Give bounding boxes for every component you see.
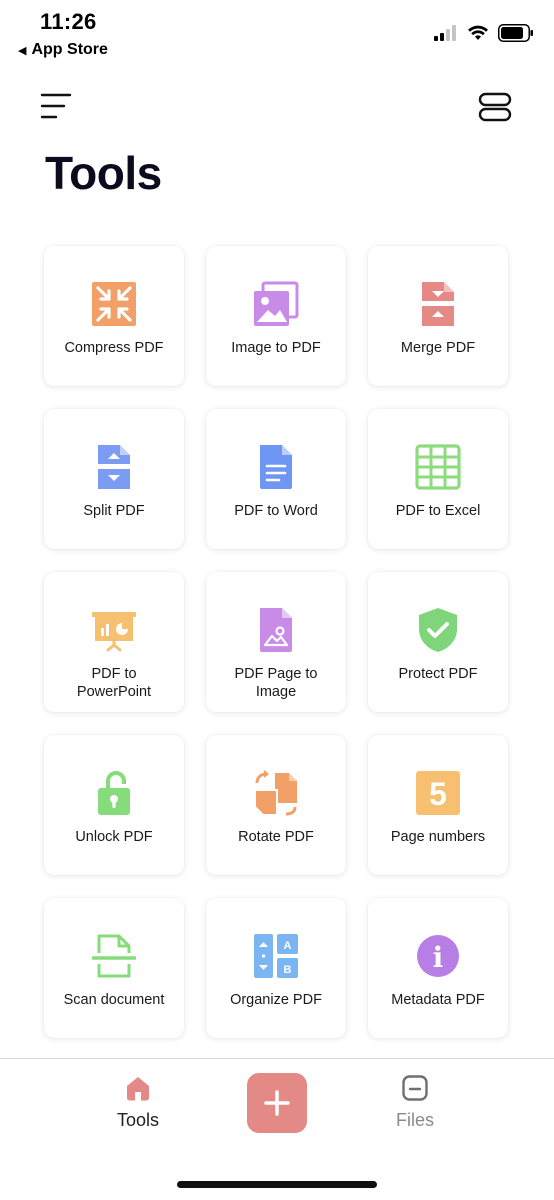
- rotate-icon: [252, 769, 300, 817]
- tool-page-numbers[interactable]: 5 Page numbers: [368, 735, 508, 875]
- folder-icon: [402, 1075, 428, 1101]
- tool-label: Compress PDF: [64, 340, 164, 356]
- shield-check-icon: [414, 606, 462, 654]
- back-to-app-store-link[interactable]: ◀ App Store: [18, 41, 108, 59]
- view-toggle-button[interactable]: [478, 92, 512, 122]
- status-bar: 11:26 ◀ App Store: [0, 0, 554, 68]
- tab-bar-divider: [0, 1058, 554, 1059]
- signal-icon: [434, 25, 456, 41]
- presentation-icon: [90, 606, 138, 654]
- scan-icon: [90, 932, 138, 980]
- image-icon: [252, 280, 300, 328]
- page-number-icon: 5: [414, 769, 462, 817]
- tab-files[interactable]: Files: [383, 1074, 447, 1131]
- menu-icon: [40, 93, 72, 119]
- tool-organize-pdf[interactable]: A B Organize PDF: [206, 898, 346, 1038]
- info-glyph: i: [433, 941, 444, 974]
- tool-label: PDF to Word: [234, 503, 318, 519]
- page-title: Tools: [45, 147, 162, 199]
- tool-label: Scan document: [63, 992, 165, 1008]
- status-icons: [434, 24, 534, 42]
- info-icon: i: [414, 932, 462, 980]
- letter-b: B: [284, 964, 292, 976]
- merge-icon: [414, 280, 462, 328]
- tool-image-to-pdf[interactable]: Image to PDF: [206, 246, 346, 386]
- tab-files-label: Files: [395, 1110, 434, 1130]
- tool-compress-pdf[interactable]: Compress PDF: [44, 246, 184, 386]
- letter-a: A: [284, 940, 292, 952]
- tool-label: Split PDF: [83, 503, 145, 519]
- tool-label: Protect PDF: [398, 666, 478, 682]
- home-indicator: [177, 1181, 377, 1188]
- tool-scan-document[interactable]: Scan document: [44, 898, 184, 1038]
- tool-label: Rotate PDF: [238, 829, 314, 845]
- tool-unlock-pdf[interactable]: Unlock PDF: [44, 735, 184, 875]
- home-icon: [127, 1077, 149, 1101]
- tool-rotate-pdf[interactable]: Rotate PDF: [206, 735, 346, 875]
- tool-label: PDF Page to Image: [234, 666, 318, 700]
- tab-tools-label: Tools: [116, 1110, 160, 1130]
- add-button[interactable]: [247, 1073, 307, 1133]
- page-image-icon: [252, 606, 300, 654]
- excel-icon: [414, 443, 462, 491]
- back-label: App Store: [31, 41, 108, 58]
- tool-split-pdf[interactable]: Split PDF: [44, 409, 184, 549]
- tool-label: Merge PDF: [400, 340, 476, 356]
- wifi-icon: [468, 25, 488, 40]
- tool-label: Page numbers: [390, 829, 486, 845]
- menu-button[interactable]: [40, 92, 72, 122]
- tool-label: Unlock PDF: [75, 829, 153, 845]
- status-time: 11:26: [40, 9, 97, 34]
- word-icon: [252, 443, 300, 491]
- tool-label: Image to PDF: [231, 340, 321, 356]
- tool-pdf-to-excel[interactable]: PDF to Excel: [368, 409, 508, 549]
- tool-pdf-to-word[interactable]: PDF to Word: [206, 409, 346, 549]
- tool-label: Metadata PDF: [391, 992, 485, 1008]
- tool-label: Organize PDF: [230, 992, 322, 1008]
- tool-pdf-to-powerpoint[interactable]: PDF to PowerPoint: [44, 572, 184, 712]
- tool-label: PDF to Excel: [395, 503, 481, 519]
- tools-grid: Compress PDF Image to PDF Merge PDF Spli…: [44, 246, 510, 1038]
- tool-protect-pdf[interactable]: Protect PDF: [368, 572, 508, 712]
- split-icon: [90, 443, 138, 491]
- battery-icon: [498, 24, 533, 42]
- organize-icon: A B: [252, 932, 300, 980]
- unlock-icon: [90, 769, 138, 817]
- tool-metadata-pdf[interactable]: i Metadata PDF: [368, 898, 508, 1038]
- tool-label: PDF to PowerPoint: [76, 666, 152, 700]
- tool-pdf-page-to-image[interactable]: PDF Page to Image: [206, 572, 346, 712]
- page-number-glyph: 5: [429, 776, 447, 812]
- compress-icon: [90, 280, 138, 328]
- tool-merge-pdf[interactable]: Merge PDF: [368, 246, 508, 386]
- plus-icon: [264, 1090, 290, 1116]
- stacked-list-icon: [478, 92, 512, 122]
- tab-tools[interactable]: Tools: [104, 1074, 172, 1131]
- back-arrow-icon: ◀: [18, 44, 27, 57]
